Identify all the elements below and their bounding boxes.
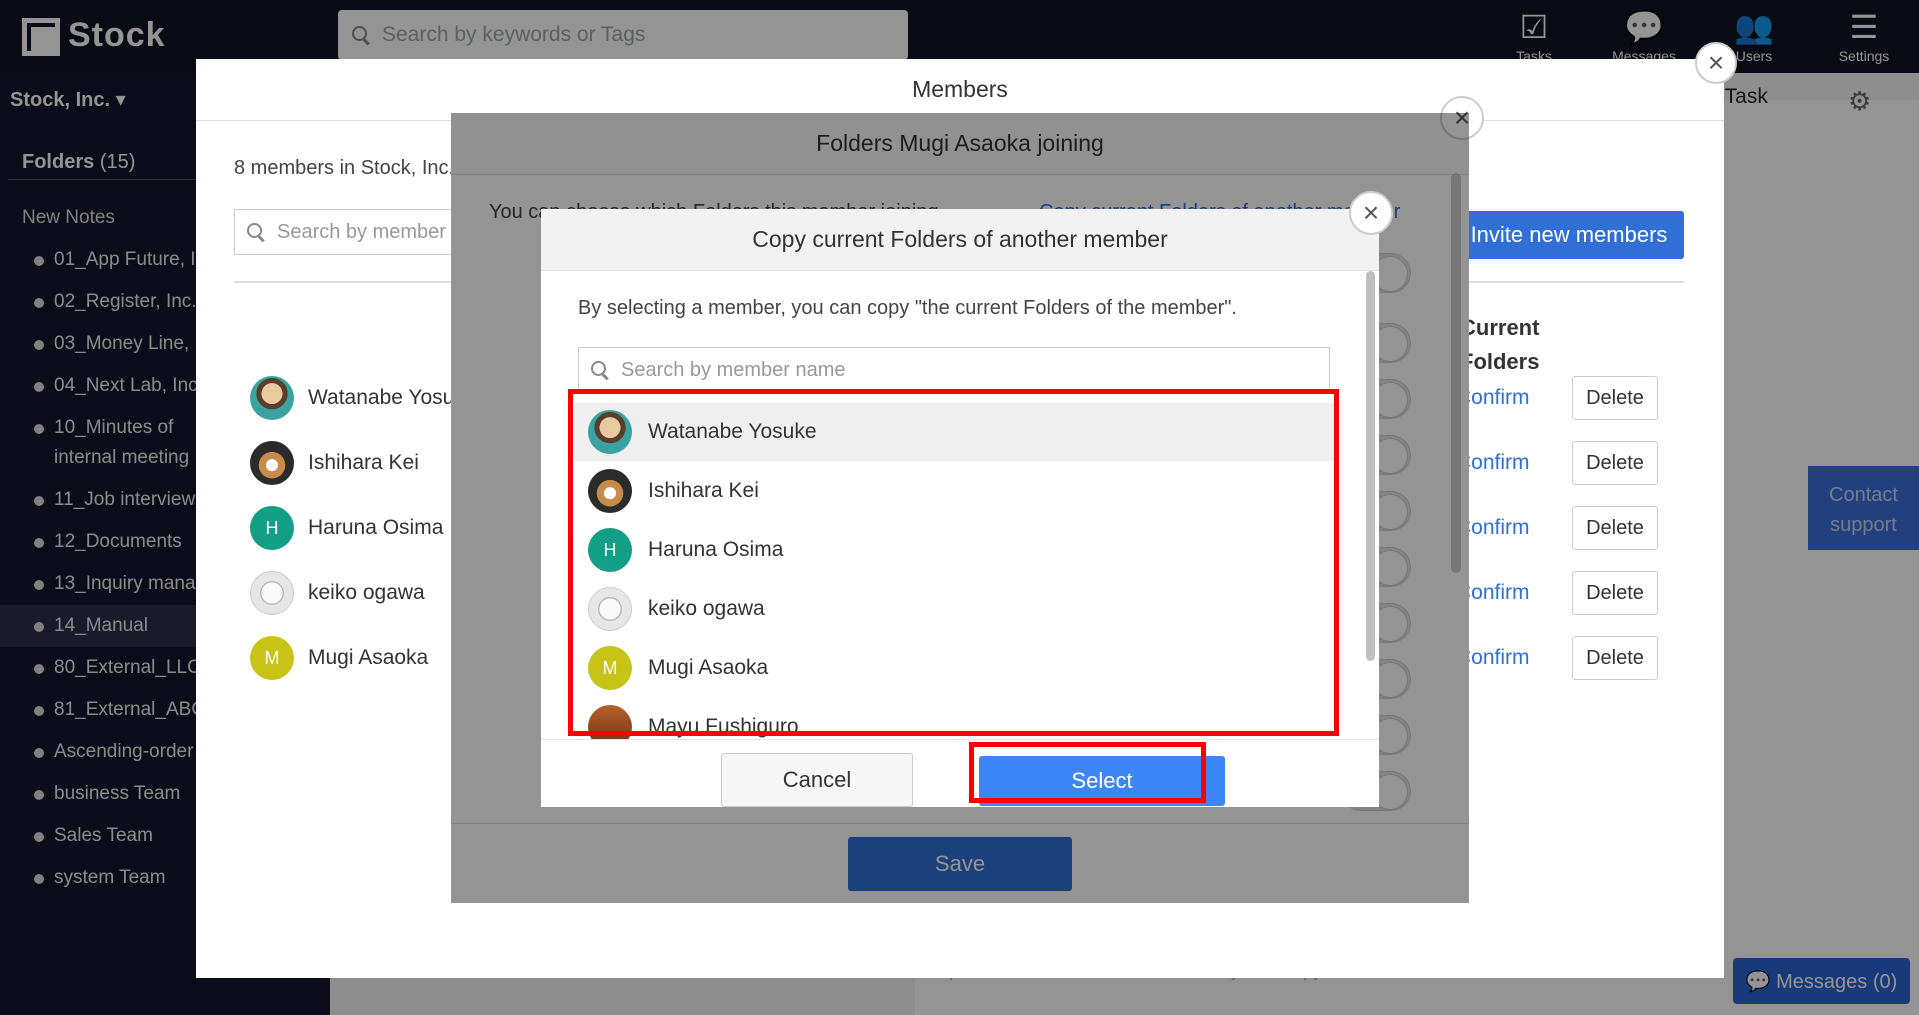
member-name: Mayu Fushiguro bbox=[648, 715, 799, 738]
invite-new-members-button[interactable]: Invite new members bbox=[1454, 211, 1684, 259]
avatar: H bbox=[588, 528, 632, 572]
avatar: M bbox=[588, 646, 632, 690]
copy-member-item[interactable]: M Mugi Asaoka bbox=[574, 639, 1334, 697]
avatar bbox=[588, 410, 632, 454]
copy-modal-title: Copy current Folders of another member bbox=[541, 209, 1379, 271]
copy-member-list: Watanabe Yosuke Ishihara Kei H Haruna Osima… bbox=[574, 395, 1334, 739]
copy-modal-scrollbar[interactable] bbox=[1366, 271, 1375, 661]
copy-member-item[interactable]: Watanabe Yosuke bbox=[574, 403, 1334, 461]
copy-search-placeholder: Search by member name bbox=[621, 358, 846, 381]
search-icon bbox=[247, 223, 265, 241]
copy-member-item[interactable]: H Haruna Osima bbox=[574, 521, 1334, 579]
delete-button[interactable]: Delete bbox=[1572, 376, 1658, 420]
copy-member-item[interactable]: Ishihara Kei bbox=[574, 462, 1334, 520]
copy-modal-footer: Cancel Select bbox=[541, 739, 1379, 807]
avatar: M bbox=[250, 636, 294, 680]
member-name: Ishihara Kei bbox=[648, 479, 759, 502]
avatar bbox=[250, 571, 294, 615]
delete-button[interactable]: Delete bbox=[1572, 441, 1658, 485]
copy-search-input[interactable]: Search by member name bbox=[578, 347, 1330, 393]
avatar bbox=[588, 587, 632, 631]
member-name: Mugi Asaoka bbox=[648, 656, 769, 679]
delete-button[interactable]: Delete bbox=[1572, 506, 1658, 550]
close-icon[interactable]: × bbox=[1695, 42, 1737, 84]
member-name: Watanabe Yosuke bbox=[648, 420, 817, 443]
close-icon[interactable]: × bbox=[1349, 191, 1393, 235]
avatar: H bbox=[250, 506, 294, 550]
avatar bbox=[588, 705, 632, 739]
copy-folders-modal: Copy current Folders of another member B… bbox=[541, 209, 1379, 807]
member-name: Mugi Asaoka bbox=[308, 646, 429, 669]
current-folders-header: Current Folders bbox=[1460, 315, 1540, 374]
copy-member-item[interactable]: Mayu Fushiguro bbox=[574, 698, 1334, 739]
member-name: keiko ogawa bbox=[308, 581, 425, 604]
cancel-button[interactable]: Cancel bbox=[721, 753, 913, 807]
avatar bbox=[250, 441, 294, 485]
delete-button[interactable]: Delete bbox=[1572, 571, 1658, 615]
member-name: Haruna Osima bbox=[648, 538, 784, 561]
copy-modal-description: By selecting a member, you can copy "the… bbox=[578, 297, 1237, 319]
avatar bbox=[250, 376, 294, 420]
member-name: Haruna Osima bbox=[308, 516, 444, 539]
copy-member-item[interactable]: keiko ogawa bbox=[574, 580, 1334, 638]
members-count: 8 members in Stock, Inc. bbox=[234, 157, 455, 179]
select-button[interactable]: Select bbox=[979, 756, 1225, 806]
delete-button[interactable]: Delete bbox=[1572, 636, 1658, 680]
member-name: Ishihara Kei bbox=[308, 451, 419, 474]
search-icon bbox=[591, 361, 609, 379]
member-name: keiko ogawa bbox=[648, 597, 765, 620]
members-modal-title: Members bbox=[196, 59, 1724, 121]
avatar bbox=[588, 469, 632, 513]
